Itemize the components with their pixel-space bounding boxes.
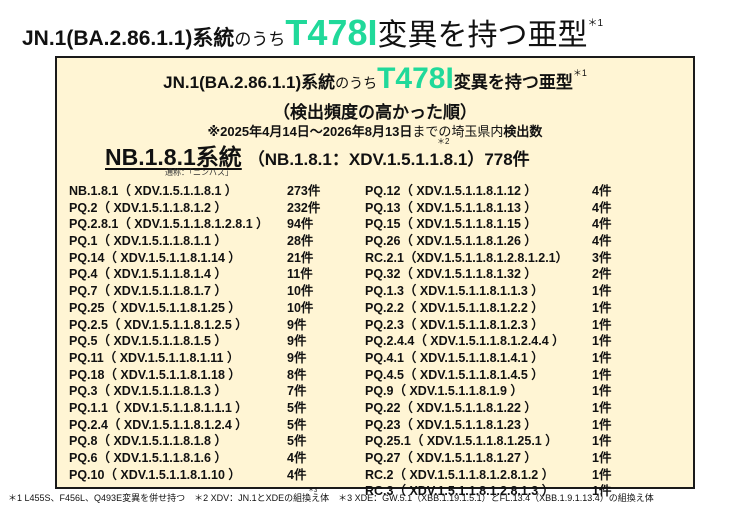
panel-title: JN.1(BA.2.86.1.1)系統のうちT478I変異を持つ亜型＊1 [57,62,693,96]
panel-title-mutation: T478I [377,62,454,95]
page-title-note: ＊1 [587,18,604,29]
detection-period-label: 検出数 [503,124,543,139]
page-title-suffix: 変異を持つ亜型 [377,19,588,52]
page-title-connector: のうち [234,30,286,49]
detection-period-region: までの埼玉県内 [412,124,504,139]
lineage-nickname: 通称：「ニンバス」 [165,168,233,177]
lineage-note: ＊2 [437,137,450,146]
summary-panel: JN.1(BA.2.86.1.1)系統のうちT478I変異を持つ亜型＊1 （検出… [55,56,695,498]
panel-subtitle: （検出頻度の高かった順） [273,103,477,122]
panel-title-lineage: JN.1(BA.2.86.1.1)系統 [163,73,336,92]
variant-count: 4件 [287,467,307,482]
detection-period-dates: ※2025年4月14日～2026年8月13日 [207,124,413,139]
page-title: JN.1(BA.2.86.1.1)系統のうちT478I変異を持つ亜型＊1 [22,10,732,54]
panel-title-suffix: 変異を持つ亜型 [453,73,573,92]
footnotes: ＊1 L455S、F456L、Q493E変異を併せ持つ ＊2 XDV：JN.1と… [8,493,654,503]
page-title-lineage: JN.1(BA.2.86.1.1)系統 [22,27,235,50]
variant-label: PQ.10（ XDV.1.5.1.1.8.1.10 ） [69,467,241,482]
panel-title-connector: のうち [335,75,378,91]
lineage-detail: （NB.1.8.1：XDV.1.5.1.1.8.1）778件 [247,150,530,169]
page-title-mutation: T478I [285,12,378,53]
panel-title-note: ＊1 [572,68,587,78]
